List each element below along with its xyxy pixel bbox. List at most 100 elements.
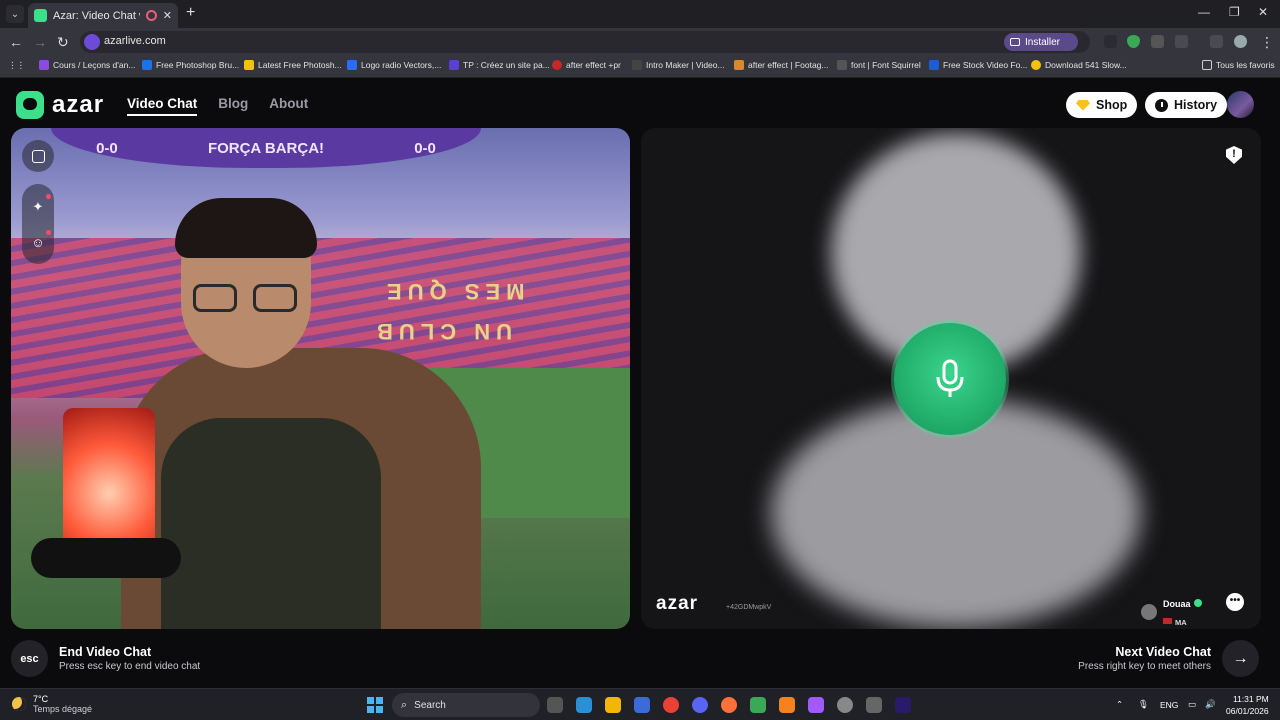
language-indicator[interactable]: ENG [1160, 700, 1178, 710]
azar-logo-text: azar [52, 91, 105, 118]
end-chat-key-button[interactable]: esc [11, 640, 48, 677]
bookmark-favicon [142, 60, 152, 70]
site-info-icon[interactable] [84, 34, 100, 50]
next-chat-title: Next Video Chat [1115, 645, 1211, 659]
start-button[interactable] [367, 697, 383, 713]
bookmark-item[interactable]: after effect | Footag... [734, 60, 828, 70]
xampp-icon[interactable] [779, 697, 795, 713]
person-vest [161, 418, 381, 629]
bookmark-favicon [244, 60, 254, 70]
tab-search-button[interactable]: ⌄ [6, 5, 24, 23]
reload-icon[interactable]: ↻ [57, 34, 69, 51]
browser-menu-icon[interactable]: ⋮ [1260, 34, 1274, 51]
clock-date[interactable]: 06/01/2026 [1226, 706, 1269, 716]
network-icon[interactable]: ▭ [1188, 699, 1196, 710]
bookmark-item[interactable]: font | Font Squirrel [837, 60, 921, 70]
weather-widget[interactable]: 7°C Temps dégagé [12, 694, 92, 714]
browser-tab-azar[interactable]: Azar: Video Chat with New ✕ [28, 3, 178, 28]
obs-icon[interactable] [837, 697, 853, 713]
bookmark-favicon [632, 60, 642, 70]
task-view-icon[interactable] [547, 697, 563, 713]
shield-extension-icon[interactable] [1127, 35, 1140, 48]
chat-message-button[interactable]: ••• [1226, 593, 1244, 611]
bookmark-label: font | Font Squirrel [851, 60, 921, 70]
bookmark-item[interactable]: Intro Maker | Video... [632, 60, 725, 70]
minimize-video-button[interactable] [22, 140, 54, 172]
apps-grid-icon[interactable]: ⋮⋮ [8, 60, 25, 71]
settings-extension-icon[interactable] [1151, 35, 1164, 48]
end-chat-title: End Video Chat [59, 645, 152, 659]
clock-icon [1155, 98, 1168, 112]
minimize-icon[interactable]: — [1198, 5, 1210, 19]
shop-button[interactable]: Shop [1066, 92, 1138, 118]
glasses-right [253, 284, 297, 312]
sparkle-effects-icon[interactable]: ✦ [31, 200, 45, 214]
banner-text: FORÇA BARÇA! [207, 139, 325, 157]
bookmark-label: Free Stock Video Fo... [943, 60, 1028, 70]
bookmark-favicon [837, 60, 847, 70]
premiere-icon[interactable] [895, 697, 911, 713]
file-explorer-icon[interactable] [605, 697, 621, 713]
recording-indicator-icon [145, 10, 157, 21]
effects-toolbar: ✦ ☺ [22, 184, 54, 264]
end-chat-subtitle: Press esc key to end video chat [59, 661, 201, 672]
weather-temp: 7°C [33, 694, 49, 704]
app-icon[interactable] [750, 697, 766, 713]
azar-logo[interactable]: azar [16, 91, 104, 119]
volume-icon[interactable]: 🔊 [1205, 699, 1216, 710]
firefox-icon[interactable] [721, 697, 737, 713]
mic-tray-icon[interactable]: 🎙 [1138, 699, 1149, 710]
person-hair [175, 198, 317, 258]
bookmark-item[interactable]: TP : Créez un site pa... [449, 60, 550, 70]
back-icon[interactable]: ← [9, 34, 23, 50]
nav-blog[interactable]: Blog [218, 96, 248, 116]
copilot-icon[interactable] [576, 697, 592, 713]
tray-expand-icon[interactable]: ⌃ [1116, 699, 1123, 710]
nav-about[interactable]: About [269, 96, 308, 116]
bookmark-label: Latest Free Photosh... [258, 60, 342, 70]
extensions-puzzle-icon[interactable] [1175, 35, 1188, 48]
partner-info[interactable]: Douaa MA [1141, 594, 1202, 629]
partner-avatar [1141, 604, 1157, 620]
glasses-left [193, 284, 237, 312]
user-avatar[interactable] [1227, 91, 1254, 118]
report-button[interactable]: ! [1226, 146, 1242, 164]
history-button[interactable]: History [1145, 92, 1228, 118]
next-chat-button[interactable]: → [1222, 640, 1259, 677]
discord-icon[interactable] [692, 697, 708, 713]
store-icon[interactable] [634, 697, 650, 713]
omnibox[interactable]: azarlive.com Installer ☆ [80, 31, 1161, 53]
bookmark-item[interactable]: after effect +pr [552, 60, 621, 70]
banner-score-right: 0-0 [414, 139, 436, 157]
media-control-icon[interactable] [1210, 35, 1223, 48]
clock-time[interactable]: 11:31 PM [1233, 694, 1269, 704]
face-filter-icon[interactable]: ☺ [31, 236, 45, 250]
new-tab-button[interactable]: + [186, 4, 195, 22]
morocco-flag-icon [1163, 617, 1172, 624]
close-window-icon[interactable]: ✕ [1258, 5, 1268, 19]
azar-logo-icon [16, 91, 44, 119]
forward-icon[interactable]: → [33, 34, 47, 50]
extension-dot-icon[interactable] [1104, 35, 1117, 48]
app-icon[interactable] [866, 697, 882, 713]
taskbar-search[interactable]: ⌕ Search [392, 693, 540, 717]
nav-video-chat[interactable]: Video Chat [127, 96, 198, 116]
bookmark-item[interactable]: Download 541 Slow... [1031, 60, 1127, 70]
all-bookmarks-folder[interactable]: Tous les favoris [1202, 60, 1275, 70]
bookmark-item[interactable]: Cours / Leçons d'an... [39, 60, 135, 70]
install-app-button[interactable]: Installer [1004, 33, 1078, 51]
partner-name: Douaa [1163, 599, 1191, 609]
maximize-icon[interactable]: ❐ [1229, 5, 1240, 19]
chrome-icon[interactable] [663, 697, 679, 713]
bookmark-item[interactable]: Logo radio Vectors,... [347, 60, 441, 70]
bookmark-favicon [39, 60, 49, 70]
figma-icon[interactable] [808, 697, 824, 713]
next-chat-subtitle: Press right key to meet others [1078, 661, 1211, 672]
bookmark-item[interactable]: Latest Free Photosh... [244, 60, 342, 70]
tab-close-icon[interactable]: ✕ [163, 9, 172, 22]
profile-avatar-icon[interactable] [1234, 35, 1247, 48]
bookmark-item[interactable]: Free Stock Video Fo... [929, 60, 1027, 70]
azar-watermark: azar [656, 593, 699, 614]
bookmark-item[interactable]: Free Photoshop Bru... [142, 60, 239, 70]
install-icon [1010, 38, 1020, 46]
